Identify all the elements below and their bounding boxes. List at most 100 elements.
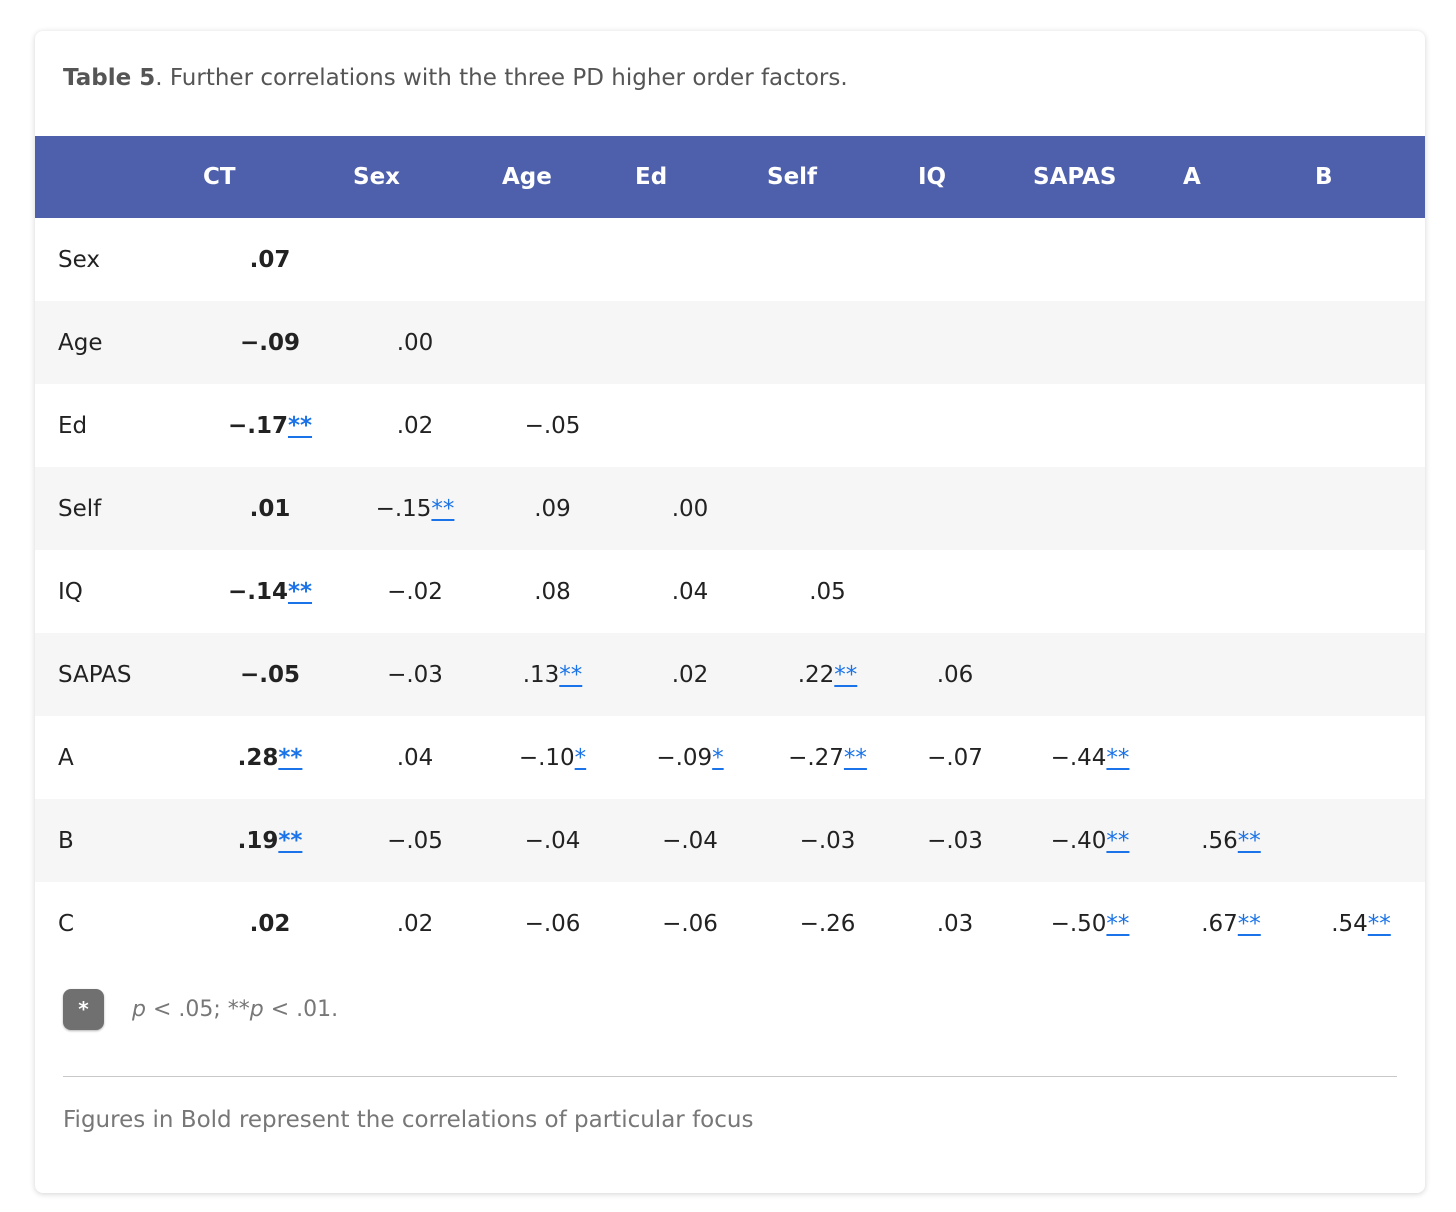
significance-link[interactable]: **	[431, 496, 454, 522]
table-cell: −.26	[760, 882, 895, 965]
table-header-row: CT Sex Age Ed Self IQ SAPAS A B	[35, 136, 1425, 218]
row-label: Age	[58, 329, 103, 356]
cell-value: −.03	[927, 827, 983, 854]
cell-content: .03	[937, 911, 974, 937]
table-cell: .00	[345, 301, 485, 384]
significance-link[interactable]: **	[278, 745, 302, 771]
table-row: A .28** .04 −.10* −.09* −.27** −.07 −.44**	[35, 716, 1425, 799]
table-cell: −.05	[345, 799, 485, 882]
table-cell	[895, 384, 1015, 467]
significance-link[interactable]: **	[1238, 911, 1261, 937]
table-cell: .09	[485, 467, 620, 550]
cell-value: −.05	[524, 412, 581, 439]
significance-link[interactable]: **	[1106, 745, 1129, 771]
table-cell	[760, 384, 895, 467]
cell-content: −.07	[927, 745, 983, 771]
table-cell: .28**	[195, 716, 345, 799]
cell-value: .22	[797, 661, 835, 688]
significance-link[interactable]: **	[1368, 911, 1391, 937]
cell-value: .08	[534, 578, 571, 605]
significance-link[interactable]: **	[1238, 828, 1261, 854]
table-row: C .02.02 −.06 −.06 −.26.03 −.50** .67** .54**	[35, 882, 1425, 965]
cell-content: .07	[250, 247, 291, 273]
footnote: * p < .05; **p < .01.	[63, 988, 338, 1030]
cell-value: −.05	[387, 827, 443, 854]
row-label: A	[58, 744, 74, 771]
table-cell	[1165, 550, 1297, 633]
cell-content: .08	[534, 579, 571, 605]
table-cell: −.40**	[1015, 799, 1165, 882]
table-cell: −.05	[485, 384, 620, 467]
cell-value: −.03	[799, 827, 856, 854]
header-cell-sapas: SAPAS	[1033, 164, 1117, 190]
significance-link[interactable]: **	[1106, 911, 1129, 937]
cell-content: .02	[250, 911, 291, 937]
cell-value: −.09	[656, 744, 713, 771]
cell-value: .07	[249, 246, 291, 273]
row-label: Self	[58, 495, 102, 522]
significance-link[interactable]: **	[1106, 828, 1129, 854]
table-cell	[760, 301, 895, 384]
table-cell	[620, 218, 760, 301]
cell-value: −.03	[387, 661, 443, 688]
footnote-p-symbol: p	[249, 996, 264, 1022]
significance-link[interactable]: **	[834, 662, 857, 688]
significance-link[interactable]: **	[559, 662, 582, 688]
table-cell	[1165, 716, 1297, 799]
table-cell: −.14**	[195, 550, 345, 633]
cell-content: .19**	[238, 828, 303, 854]
table-cell	[345, 218, 485, 301]
cell-content: −.27**	[788, 745, 867, 771]
cell-value: −.44	[1050, 744, 1107, 771]
cell-value: −.40	[1050, 827, 1107, 854]
table-cell	[1015, 301, 1165, 384]
table-cell	[895, 550, 1015, 633]
table-row: Sex .07	[35, 218, 1425, 301]
table-cell	[1015, 384, 1165, 467]
significance-link[interactable]: *	[712, 745, 724, 771]
cell-content: .02	[397, 911, 434, 937]
cell-value: .00	[671, 495, 709, 522]
cell-content: .06	[937, 662, 974, 688]
table-cell: .06	[895, 633, 1015, 716]
table-cell: .02	[195, 882, 345, 965]
cell-value: −.10	[518, 744, 575, 771]
cell-value: .02	[249, 910, 291, 937]
cell-value: −.06	[524, 910, 581, 937]
significance-link[interactable]: *	[575, 745, 587, 771]
table-cell	[895, 467, 1015, 550]
cell-content: −.09	[240, 330, 300, 356]
table-cell: .03	[895, 882, 1015, 965]
table-cell: .08	[485, 550, 620, 633]
cell-value: −.02	[387, 578, 443, 605]
header-cell-ed: Ed	[635, 164, 668, 190]
cell-value: −.26	[799, 910, 856, 937]
table-cell	[1015, 633, 1165, 716]
table-cell: −.17**	[195, 384, 345, 467]
cell-content: −.09*	[656, 745, 723, 771]
significance-link[interactable]: **	[288, 413, 312, 439]
table-cell	[895, 218, 1015, 301]
table-cell: .00	[620, 467, 760, 550]
table-cell	[1297, 384, 1425, 467]
table-cell: −.44**	[1015, 716, 1165, 799]
significance-link[interactable]: **	[278, 828, 302, 854]
footnote-badge[interactable]: *	[63, 988, 104, 1030]
significance-link[interactable]: **	[288, 579, 312, 605]
table-cell: −.04	[620, 799, 760, 882]
cell-content: .13**	[523, 662, 583, 688]
table-cell	[1297, 716, 1425, 799]
significance-link[interactable]: **	[844, 745, 867, 771]
table-cell	[1015, 218, 1165, 301]
cell-content: −.26	[800, 911, 856, 937]
cell-content: .09	[534, 496, 571, 522]
table-cell: .56**	[1165, 799, 1297, 882]
cell-value: .19	[237, 827, 279, 854]
footnote-text: p < .05; **p < .01.	[132, 997, 338, 1022]
table-cell	[1015, 467, 1165, 550]
table-caption: Table 5. Further correlations with the t…	[63, 65, 848, 91]
cell-value: .01	[249, 495, 291, 522]
table-cell: .04	[620, 550, 760, 633]
table-cell: −.03	[895, 799, 1015, 882]
cell-content: −.04	[662, 828, 718, 854]
